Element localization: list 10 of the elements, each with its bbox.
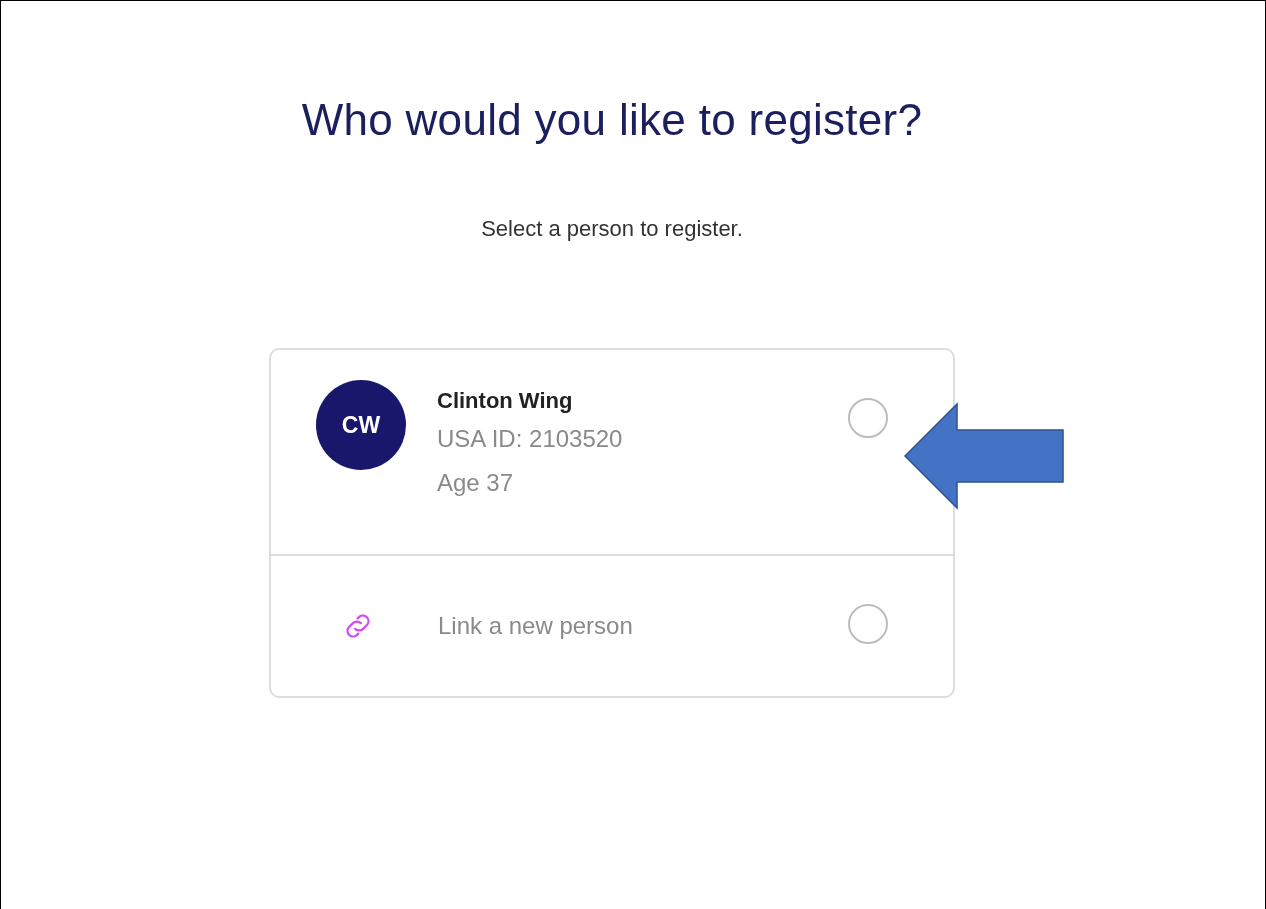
person-name: Clinton Wing — [437, 387, 574, 415]
person-age: Age 37 — [437, 468, 515, 498]
radio-button[interactable] — [848, 604, 888, 644]
instruction-text: Select a person to register. — [481, 215, 743, 243]
left-arrow-icon — [903, 402, 1065, 510]
page-heading: Who would you like to register? — [301, 94, 923, 146]
radio-button[interactable] — [848, 398, 888, 438]
person-id: USA ID: 2103520 — [437, 424, 623, 454]
link-label: Link a new person — [438, 611, 633, 641]
avatar: CW — [316, 380, 406, 470]
